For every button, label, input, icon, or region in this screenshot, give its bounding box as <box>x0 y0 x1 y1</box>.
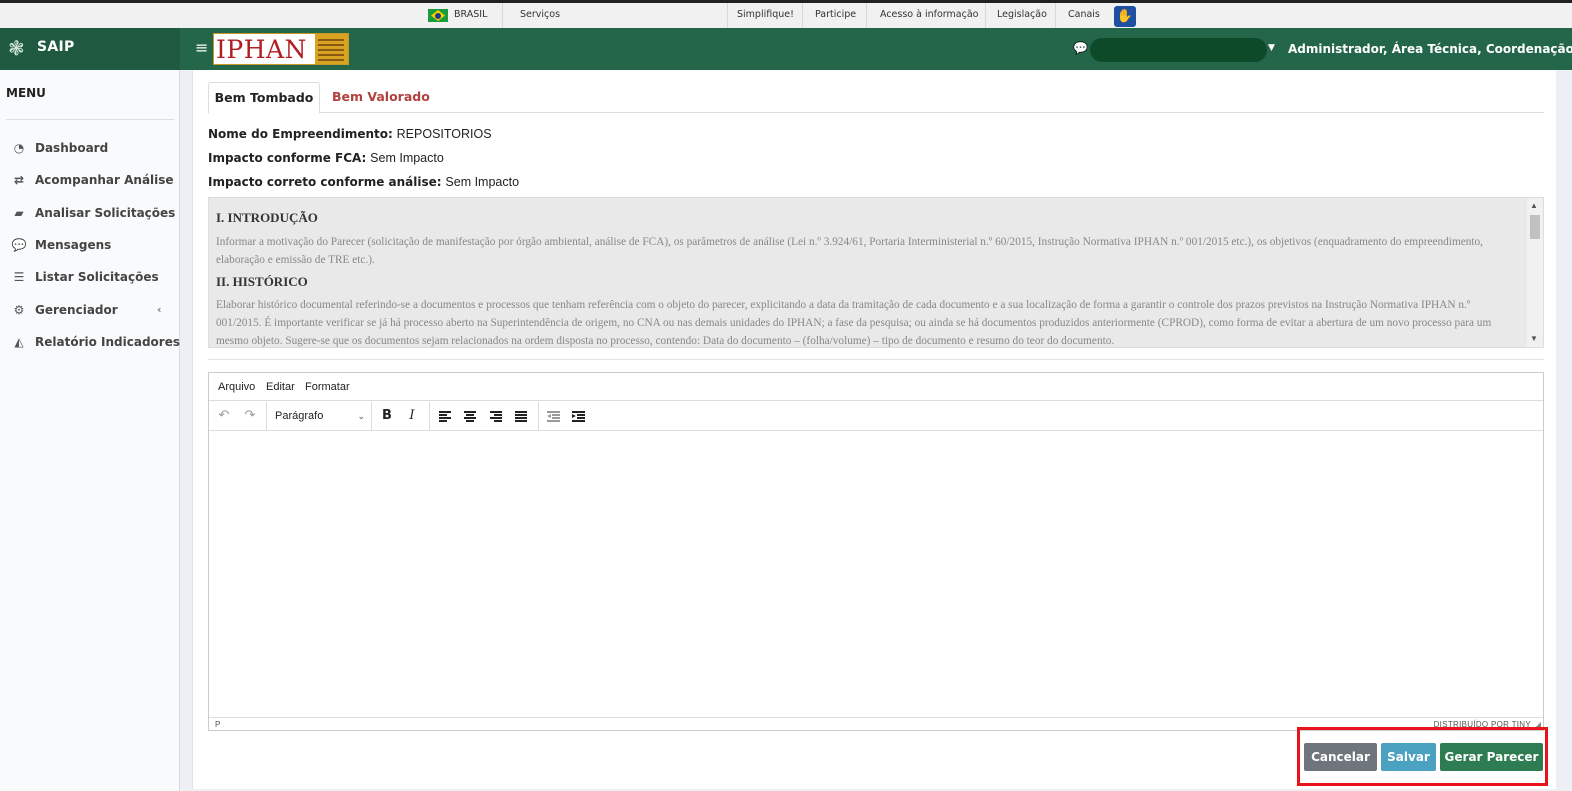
comments-icon: 💬 <box>11 238 27 252</box>
info-label: Impacto conforme FCA: <box>208 151 367 165</box>
gov-link-brasil[interactable]: BRASIL <box>454 3 487 28</box>
editor-menu-formatar[interactable]: Formatar <box>305 380 350 394</box>
preview-paragraph-historico: Elaborar histórico documental referindo-… <box>216 299 1492 347</box>
editor-menu-editar[interactable]: Editar <box>266 380 295 394</box>
info-impacto-correto: Impacto correto conforme análise: Sem Im… <box>208 174 519 190</box>
gov-link-servicos[interactable]: Serviços <box>520 3 560 28</box>
gov-link-participe[interactable]: Participe <box>815 3 856 28</box>
preview-paragraph-introducao: Informar a motivação do Parecer (solicit… <box>216 236 1484 266</box>
editor-toolbar: ↶ ↷ Parágrafo ⌄ B I <box>209 402 1543 431</box>
area-chart-icon: ◭ <box>14 335 24 349</box>
chevron-down-icon: ⌄ <box>357 411 365 421</box>
scroll-down-icon[interactable]: ▼ <box>1530 334 1538 344</box>
list-icon: ☰ <box>13 270 25 284</box>
gov-bar: BRASIL Serviços Simplifique! Participe A… <box>0 3 1572 28</box>
menu-title: MENU <box>6 86 46 100</box>
tab-bar: Bem Tombado Bem Valorado <box>208 82 1544 114</box>
book-icon: ▰ <box>14 206 24 220</box>
editor-content-area[interactable] <box>209 432 1543 717</box>
bold-icon[interactable]: B <box>377 407 397 425</box>
gov-link-acesso-informacao[interactable]: Acesso à informação <box>880 3 978 28</box>
sidebar-item-dashboard[interactable]: ◔ Dashboard <box>0 135 180 161</box>
undo-icon[interactable]: ↶ <box>214 407 234 425</box>
align-right-icon[interactable] <box>490 411 502 422</box>
gov-link-simplifique[interactable]: Simplifique! <box>737 3 794 28</box>
align-justify-icon[interactable] <box>515 411 527 422</box>
main-content: Bem Tombado Bem Valorado Nome do Empreen… <box>192 70 1556 789</box>
sidebar: MENU ◔ Dashboard ⇄ Acompanhar Análise ▰ … <box>0 70 180 791</box>
info-value: REPOSITORIOS <box>396 127 492 141</box>
sidebar-item-label: Analisar Solicitações <box>35 206 176 220</box>
sidebar-item-label: Acompanhar Análise <box>35 173 174 187</box>
menu-divider <box>6 119 174 120</box>
redo-icon[interactable]: ↷ <box>240 407 260 425</box>
info-label: Impacto correto conforme análise: <box>208 175 442 189</box>
app-logo[interactable]: ❃ SAIP <box>0 28 180 70</box>
sidebar-item-relatorio-indicadores[interactable]: ◭ Relatório Indicadores <box>0 329 180 355</box>
iphan-logo: IPHAN <box>213 33 349 65</box>
editor-menu-arquivo[interactable]: Arquivo <box>218 380 255 394</box>
sidebar-item-label: Mensagens <box>35 238 112 252</box>
preview-heading-introducao: I. INTRODUÇÃO <box>216 210 318 225</box>
block-format-value: Parágrafo <box>275 410 324 422</box>
info-label: Nome do Empreendimento: <box>208 127 393 141</box>
sidebar-toggle-icon[interactable]: ≡ <box>195 38 208 58</box>
sidebar-item-listar-solicitacoes[interactable]: ☰ Listar Solicitações <box>0 264 180 290</box>
rich-text-editor: Arquivo Editar Formatar ↶ ↷ Parágrafo ⌄ … <box>208 372 1544 731</box>
exchange-icon: ⇄ <box>13 173 25 187</box>
align-left-icon[interactable] <box>439 411 451 422</box>
iphan-logo-emblem <box>315 34 348 64</box>
sidebar-item-mensagens[interactable]: 💬 Mensagens <box>0 232 180 258</box>
info-value: Sem Impacto <box>445 175 520 189</box>
preview-scrollbar[interactable]: ▲ ▼ <box>1527 198 1543 347</box>
sidebar-item-gerenciador[interactable]: ⚙ Gerenciador ‹ <box>0 297 180 323</box>
cogs-icon: ⚙ <box>13 303 25 317</box>
indent-icon[interactable] <box>572 411 585 422</box>
sidebar-item-label: Gerenciador <box>35 303 118 317</box>
gov-link-canais[interactable]: Canais <box>1068 3 1100 28</box>
editor-menubar: Arquivo Editar Formatar <box>209 373 1543 401</box>
iphan-logo-text: IPHAN <box>216 35 307 64</box>
sidebar-item-acompanhar-analise[interactable]: ⇄ Acompanhar Análise <box>0 167 180 193</box>
template-preview[interactable]: I. INTRODUÇÃO Informar a motivação do Pa… <box>208 197 1544 348</box>
info-value: Sem Impacto <box>370 151 444 165</box>
caret-down-icon[interactable]: ▼ <box>1268 41 1275 55</box>
sidebar-item-label: Dashboard <box>35 141 109 155</box>
app-name: SAIP <box>37 39 75 55</box>
sidebar-item-analisar-solicitacoes[interactable]: ▰ Analisar Solicitações <box>0 200 180 226</box>
user-name-redacted[interactable] <box>1090 38 1267 62</box>
vlibras-accessibility-icon[interactable]: ✋ <box>1114 6 1136 27</box>
info-empreendimento: Nome do Empreendimento: REPOSITORIOS <box>208 126 492 142</box>
save-button[interactable]: Salvar <box>1381 743 1436 771</box>
info-impacto-fca: Impacto conforme FCA: Sem Impacto <box>208 150 444 166</box>
chevron-left-icon: ‹ <box>157 303 162 316</box>
scroll-up-icon[interactable]: ▲ <box>1530 201 1538 211</box>
sidebar-item-label: Relatório Indicadores <box>35 335 180 349</box>
chat-icon[interactable]: 💬 <box>1073 41 1088 55</box>
brazil-flag-icon <box>428 9 448 22</box>
block-format-select[interactable]: Parágrafo ⌄ <box>275 407 369 426</box>
app-header: ❃ SAIP ≡ IPHAN 💬 ▼ Administrador, Área T… <box>0 28 1572 70</box>
element-path[interactable]: P <box>215 719 220 730</box>
scroll-thumb[interactable] <box>1530 215 1540 239</box>
italic-icon[interactable]: I <box>402 407 422 425</box>
tab-bem-valorado[interactable]: Bem Valorado <box>332 82 430 114</box>
cancel-button[interactable]: Cancelar <box>1304 743 1377 771</box>
preview-heading-historico: II. HISTÓRICO <box>216 274 308 289</box>
align-center-icon[interactable] <box>464 411 476 422</box>
sidebar-item-label: Listar Solicitações <box>35 270 159 284</box>
saip-emblem-icon: ❃ <box>8 36 25 60</box>
user-role[interactable]: Administrador, Área Técnica, Coordenação… <box>1288 41 1572 57</box>
dashboard-icon: ◔ <box>13 141 25 155</box>
generate-parecer-button[interactable]: Gerar Parecer <box>1440 743 1543 771</box>
outdent-icon[interactable] <box>547 411 560 422</box>
section-divider <box>208 359 1544 360</box>
gov-link-legislacao[interactable]: Legislação <box>997 3 1047 28</box>
tab-bem-tombado[interactable]: Bem Tombado <box>208 82 320 114</box>
